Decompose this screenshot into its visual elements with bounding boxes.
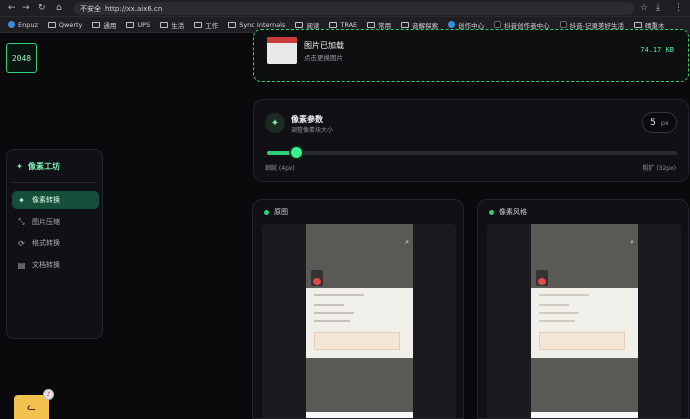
bookmark-item[interactable]: 通用 xyxy=(92,20,116,30)
sparkle-icon: ✦ xyxy=(18,195,25,205)
pixel-size-number: 5 xyxy=(650,117,656,128)
panel-header: 原图 xyxy=(264,207,288,217)
panel-title: 像素风格 xyxy=(499,208,527,216)
sparkle-icon: ✦ xyxy=(16,162,23,171)
avatar xyxy=(536,270,548,286)
bookmark-item[interactable]: 音解探索 xyxy=(401,20,438,30)
status-dot xyxy=(489,209,494,215)
bookmark-item[interactable]: 创作中心 xyxy=(448,20,484,30)
original-image-panel: 原图 ⌕ xyxy=(252,199,464,419)
app-page: 2048 ✦ 像素工坊 ✦ 像素转换 ⤡ 图片压缩 ⟳ 格式转换 ▤ 文档转换 … xyxy=(0,29,690,419)
bookmark-item[interactable]: TRAE xyxy=(329,21,357,29)
divider xyxy=(12,182,97,183)
pixel-size-unit: px xyxy=(660,118,669,127)
download-icon[interactable]: ⤓ xyxy=(656,3,660,13)
preview-card xyxy=(531,288,638,358)
preview-image: ⌕ xyxy=(531,224,638,418)
preview-bottom-bar xyxy=(306,412,413,418)
notification-icon[interactable]: ♪ xyxy=(43,389,54,400)
cat-icon: ᓚ xyxy=(27,401,36,413)
slider-min-label: 细腻 (4px) xyxy=(265,165,295,172)
reload-icon[interactable]: ↻ xyxy=(38,3,46,13)
home-icon[interactable]: ⌂ xyxy=(56,3,62,13)
sidebar-item-pixel-convert[interactable]: ✦ 像素转换 xyxy=(12,191,99,209)
search-icon: ⌕ xyxy=(630,238,634,246)
document-icon: ▤ xyxy=(17,260,26,270)
address-bar[interactable]: 不安全 http://xx.aix6.cn xyxy=(74,2,634,15)
refresh-icon: ⟳ xyxy=(18,238,25,248)
sidebar: ✦ 像素工坊 ✦ 像素转换 ⤡ 图片压缩 ⟳ 格式转换 ▤ 文档转换 xyxy=(6,149,103,339)
file-size: 74.17 KB xyxy=(640,46,674,54)
panel-title: 原图 xyxy=(274,208,288,216)
bookmark-item[interactable]: 工作 xyxy=(194,20,218,30)
compress-icon: ⤡ xyxy=(18,217,25,226)
star-icon[interactable]: ☆ xyxy=(640,3,648,13)
sidebar-item-label: 格式转换 xyxy=(32,239,60,247)
params-title: 像素参数 xyxy=(291,115,323,124)
preview-card xyxy=(306,288,413,358)
bookmark-item[interactable]: 晴重木 xyxy=(634,20,665,30)
slider-handle[interactable] xyxy=(290,147,302,158)
sidebar-item-document-convert[interactable]: ▤ 文档转换 xyxy=(12,256,99,274)
slider-max-label: 粗犷 (32px) xyxy=(642,165,676,172)
browser-toolbar: ← → ↻ ⌂ 不安全 http://xx.aix6.cn ☆ ⤓ ⋮ xyxy=(0,0,690,17)
avatar xyxy=(311,270,323,286)
bookmark-item[interactable]: UPS xyxy=(126,21,150,29)
image-thumbnail xyxy=(267,37,297,64)
sidebar-item-format-convert[interactable]: ⟳ 格式转换 xyxy=(12,234,99,252)
bookmark-item[interactable]: 抖音-记录美好生活 xyxy=(559,20,624,30)
bookmark-item[interactable]: 抖音创作者中心 xyxy=(494,20,550,30)
bookmark-item[interactable]: 生活 xyxy=(160,20,184,30)
bookmark-item[interactable]: Qwerty xyxy=(47,21,82,29)
sidebar-item-label: 文档转换 xyxy=(32,261,60,269)
bookmark-item[interactable]: Sync Internals xyxy=(228,21,285,29)
pixel-size-slider[interactable] xyxy=(267,147,677,158)
pixel-params-card: ✦ 像素参数 调整像素块大小 5 px 细腻 (4px) 粗犷 (32px) xyxy=(253,99,689,182)
menu-icon[interactable]: ⋮ xyxy=(674,3,683,13)
bookmark-item[interactable]: 常用 xyxy=(367,20,391,30)
upload-status-title: 图片已加载 xyxy=(304,41,344,50)
bookmark-item[interactable]: Enpuz xyxy=(8,21,38,29)
search-icon: ⌕ xyxy=(405,238,409,246)
forward-icon[interactable]: → xyxy=(22,3,30,13)
app-logo[interactable]: 2048 xyxy=(6,43,37,73)
sidebar-item-image-compress[interactable]: ⤡ 图片压缩 xyxy=(12,213,99,231)
pixel-image-panel: 像素风格 ⌕ xyxy=(477,199,689,419)
status-dot xyxy=(264,209,269,215)
preview-bottom-bar xyxy=(531,412,638,418)
image-preview: ⌕ xyxy=(262,224,456,418)
image-preview: ⌕ xyxy=(487,224,681,418)
image-upload-area[interactable]: 图片已加载 点击更换图片 74.17 KB xyxy=(253,29,689,82)
back-icon[interactable]: ← xyxy=(8,3,16,13)
bookmark-item[interactable]: 阅读 xyxy=(295,20,319,30)
pixel-size-value: 5 px xyxy=(642,112,677,133)
panel-header: 像素风格 xyxy=(489,207,527,217)
change-image-hint[interactable]: 点击更换图片 xyxy=(304,52,343,62)
sparkle-icon: ✦ xyxy=(265,113,285,133)
security-indicator[interactable]: 不安全 xyxy=(80,4,101,14)
params-subtitle: 调整像素块大小 xyxy=(291,127,334,134)
sidebar-item-label: 图片压缩 xyxy=(32,218,60,226)
sidebar-item-label: 像素转换 xyxy=(32,196,60,204)
url-text[interactable]: http://xx.aix6.cn xyxy=(105,5,162,13)
mascot-avatar[interactable]: ᓚ ♪ xyxy=(14,389,54,419)
sidebar-title: ✦ 像素工坊 xyxy=(16,162,60,171)
preview-image: ⌕ xyxy=(306,224,413,418)
